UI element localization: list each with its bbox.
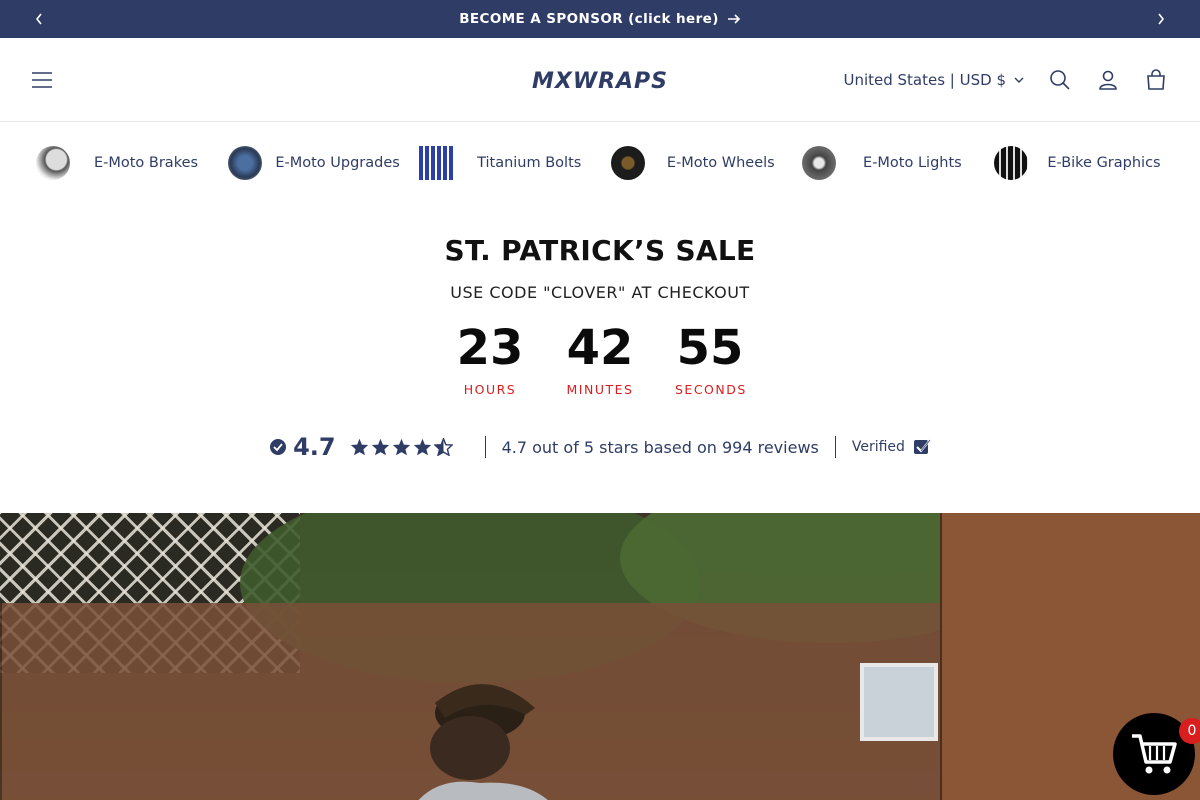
rider-photo <box>418 684 548 800</box>
cart-count-badge: 0 <box>1179 718 1200 744</box>
category-link-emoto-wheels[interactable]: E-Moto Wheels <box>610 146 787 180</box>
floating-cart-button[interactable]: 0 <box>1113 713 1200 795</box>
cart-button[interactable] <box>1134 58 1178 102</box>
hero-image <box>0 513 1200 800</box>
wheel-thumbnail <box>610 146 645 180</box>
check-circle-icon <box>270 439 287 455</box>
next-announcement-button[interactable] <box>1142 0 1180 38</box>
site-header: MXWRAPS United States | USD $ <box>0 38 1200 122</box>
chevron-left-icon <box>35 13 42 25</box>
previous-announcement-button[interactable] <box>20 0 58 38</box>
logo-text: MXWRAPS <box>532 69 668 94</box>
countdown-hours: 23 HOURS <box>455 320 525 397</box>
cart-icon <box>1132 734 1177 774</box>
chevron-down-icon <box>1014 77 1024 83</box>
star-icon <box>371 438 389 456</box>
country-selector[interactable]: United States | USD $ <box>833 71 1034 89</box>
arrow-right-icon <box>727 14 740 24</box>
rating-value: 4.7 <box>293 433 336 461</box>
countdown-seconds: 55 SECONDS <box>675 320 745 397</box>
announcement-bar: BECOME A SPONSOR (click here) <box>0 0 1200 38</box>
verified-badge: Verified <box>852 438 931 456</box>
countdown-label: SECONDS <box>675 382 747 397</box>
promo-code-text: USE CODE "CLOVER" AT CHECKOUT <box>450 283 750 302</box>
category-label: E-Moto Upgrades <box>275 154 400 171</box>
divider <box>484 436 486 458</box>
category-link-emoto-lights[interactable]: E-Moto Lights <box>802 146 978 180</box>
account-button[interactable] <box>1086 58 1130 102</box>
countdown-timer: 23 HOURS 42 MINUTES 55 SECONDS <box>0 320 1200 397</box>
countdown-value: 42 <box>566 320 634 376</box>
shopping-bag-icon <box>1147 68 1165 90</box>
rating-score: 4.7 <box>269 433 469 461</box>
countdown-value: 23 <box>456 320 524 376</box>
countdown-label: MINUTES <box>566 382 634 397</box>
countdown-minutes: 42 MINUTES <box>565 320 635 397</box>
menu-button[interactable] <box>22 60 62 100</box>
header-actions: United States | USD $ <box>833 38 1178 121</box>
half-star-icon <box>433 438 453 456</box>
verified-check-icon <box>913 439 931 454</box>
graphics-thumbnail <box>993 146 1028 180</box>
window <box>860 663 938 741</box>
category-link-emoto-brakes[interactable]: E-Moto Brakes <box>36 146 212 180</box>
sale-title: ST. PATRICK’S SALE <box>444 234 756 267</box>
brake-thumbnail <box>36 146 70 180</box>
reviews-summary-text: 4.7 out of 5 stars based on 994 reviews <box>501 437 819 457</box>
category-link-titanium-bolts[interactable]: Titanium Bolts <box>419 146 595 180</box>
countdown-value: 55 <box>676 320 744 376</box>
category-link-ebike-graphics[interactable]: E-Bike Graphics <box>993 146 1170 180</box>
bolts-thumbnail <box>419 146 454 180</box>
verified-label: Verified <box>851 439 905 455</box>
category-strip: E-Moto Brakes E-Moto Upgrades Titanium B… <box>0 122 1200 204</box>
category-label: E-Moto Wheels <box>666 154 775 171</box>
category-label: Titanium Bolts <box>477 154 582 171</box>
chevron-right-icon <box>1158 13 1165 25</box>
countdown-label: HOURS <box>463 382 517 397</box>
search-button[interactable] <box>1038 58 1082 102</box>
announcement-text: BECOME A SPONSOR (click here) <box>459 11 719 27</box>
category-label: E-Moto Lights <box>863 154 962 171</box>
search-icon <box>1050 69 1070 90</box>
country-selector-label: United States | USD $ <box>843 70 1006 89</box>
divider <box>834 436 836 458</box>
hamburger-menu-icon <box>32 72 52 88</box>
sponsor-link[interactable]: BECOME A SPONSOR (click here) <box>459 11 741 27</box>
star-icon <box>413 438 431 456</box>
category-label: E-Moto Brakes <box>93 154 199 171</box>
logo[interactable]: MXWRAPS <box>515 65 685 95</box>
star-rating <box>350 438 453 456</box>
light-thumbnail <box>802 146 837 180</box>
category-link-emoto-upgrades[interactable]: E-Moto Upgrades <box>227 146 404 180</box>
category-label: E-Bike Graphics <box>1047 154 1161 171</box>
reviews-summary[interactable]: 4.7 4.7 out of 5 stars based on 994 revi… <box>0 427 1200 467</box>
upgrade-thumbnail <box>227 146 262 180</box>
star-icon <box>392 438 410 456</box>
star-icon <box>350 438 368 456</box>
user-icon <box>1099 70 1117 90</box>
sale-banner: ST. PATRICK’S SALE USE CODE "CLOVER" AT … <box>0 234 1200 467</box>
